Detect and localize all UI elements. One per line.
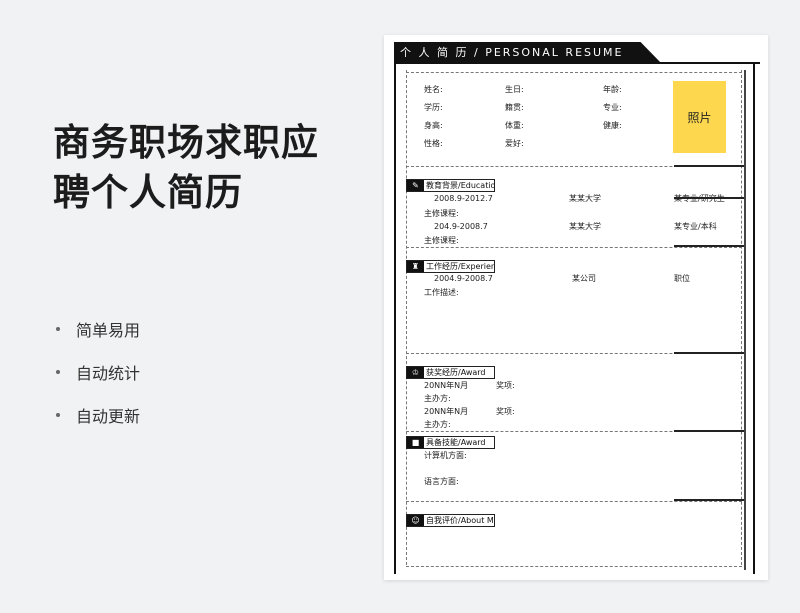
edu-period: 204.9-2008.7: [434, 222, 488, 231]
edu-major: 某专业/研究生: [674, 194, 725, 203]
work-company: 某公司: [572, 274, 596, 283]
field-degree: 学历:: [424, 103, 443, 112]
section-self-title: ☺ 自我评价/About Me: [406, 514, 495, 527]
bullet-icon: [56, 412, 60, 417]
briefcase-icon: ♜: [407, 261, 424, 272]
dashed-rule: [406, 72, 742, 73]
skills-icon: ■: [407, 437, 424, 448]
skill-computer: 计算机方面:: [424, 451, 467, 460]
resume-document: 个 人 简 历 / PERSONAL RESUME 姓名: 生日: 年龄: 学历…: [384, 35, 768, 580]
field-health: 健康:: [603, 121, 622, 130]
person-icon: ☺: [407, 515, 424, 526]
hero-title-line1: 商务职场求职应: [53, 121, 319, 164]
feature-label: 自动更新: [76, 406, 141, 426]
edu-period: 2008.9-2012.7: [434, 194, 493, 203]
section-rule: [674, 430, 744, 432]
border-line-right: [753, 62, 755, 574]
skill-language: 语言方面:: [424, 477, 459, 486]
field-personality: 性格:: [424, 139, 443, 148]
field-origin: 籍贯:: [505, 103, 524, 112]
field-hobby: 爱好:: [505, 139, 524, 148]
dashed-rule: [406, 501, 742, 502]
bullet-icon: [56, 369, 60, 374]
section-education-title: ✎ 教育背景/Education: [406, 179, 495, 192]
dashed-rule: [406, 566, 742, 567]
award-host: 主办方:: [424, 420, 451, 429]
feature-list: 简单易用 自动统计 自动更新: [56, 307, 140, 436]
header-rule: [660, 62, 760, 64]
feature-item: 简单易用: [56, 307, 140, 350]
graduation-icon: ✎: [407, 180, 424, 191]
section-skills-title: ■ 具备技能/Award: [406, 436, 495, 449]
edu-courses: 主修课程:: [424, 236, 459, 245]
dashed-rule: [406, 247, 742, 248]
feature-item: 自动更新: [56, 393, 140, 436]
edu-courses: 主修课程:: [424, 209, 459, 218]
section-rule: [674, 499, 744, 501]
section-award-title: ♔ 获奖经历/Award: [406, 366, 495, 379]
award-date: 20NN年N月: [424, 381, 469, 390]
feature-label: 自动统计: [76, 363, 141, 383]
section-rule: [674, 165, 744, 167]
work-position: 职位: [674, 274, 690, 283]
award-item: 奖项:: [496, 381, 515, 390]
border-line-left: [394, 64, 396, 574]
trophy-icon: ♔: [407, 367, 424, 378]
feature-item: 自动统计: [56, 350, 140, 393]
section-rule: [674, 352, 744, 354]
field-height: 身高:: [424, 121, 443, 130]
section-work-title: ♜ 工作经历/Experience: [406, 260, 495, 273]
award-item: 奖项:: [496, 407, 515, 416]
feature-label: 简单易用: [76, 320, 141, 340]
field-name: 姓名:: [424, 85, 443, 94]
dashed-rule-vertical: [741, 70, 742, 565]
field-age: 年龄:: [603, 85, 622, 94]
photo-placeholder[interactable]: 照片: [673, 81, 726, 153]
edu-school: 某某大学: [569, 222, 601, 231]
section-rule: [674, 245, 744, 247]
dashed-rule-vertical: [406, 70, 407, 565]
work-desc: 工作描述:: [424, 288, 459, 297]
bullet-icon: [56, 326, 60, 331]
award-host: 主办方:: [424, 394, 451, 403]
field-major: 专业:: [603, 103, 622, 112]
field-birthday: 生日:: [505, 85, 524, 94]
field-weight: 体重:: [505, 121, 524, 130]
edu-major: 某专业/本科: [674, 222, 717, 231]
hero-title: 商务职场求职应 聘个人简历: [53, 118, 319, 218]
edu-school: 某某大学: [569, 194, 601, 203]
border-line-inner: [744, 70, 746, 570]
hero-title-line2: 聘个人简历: [53, 171, 243, 214]
work-period: 2004.9-2008.7: [434, 274, 493, 283]
resume-header: 个 人 简 历 / PERSONAL RESUME: [394, 42, 662, 64]
award-date: 20NN年N月: [424, 407, 469, 416]
